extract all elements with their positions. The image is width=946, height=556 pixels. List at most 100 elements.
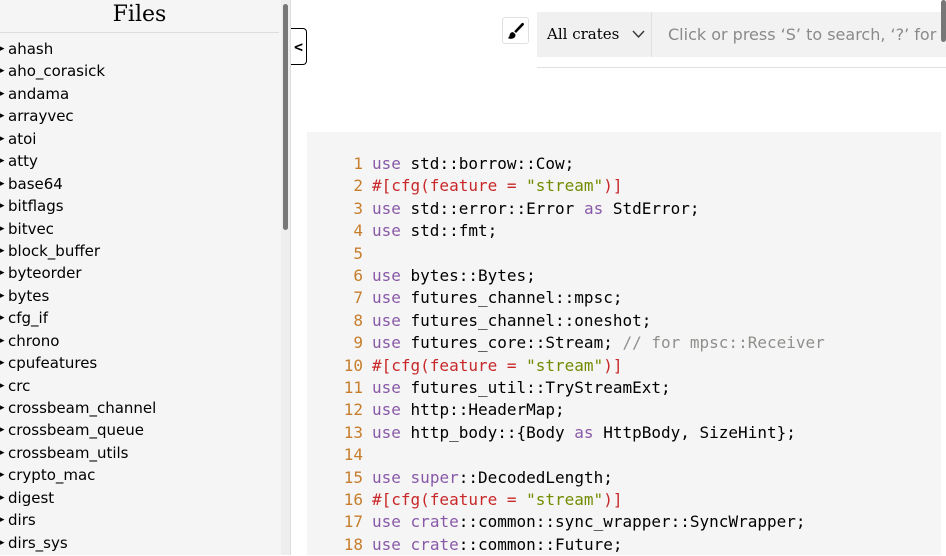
expand-arrow-icon[interactable]: ▸ <box>0 330 5 352</box>
file-tree-item[interactable]: ▸ arrayvec <box>0 105 279 127</box>
file-tree-item[interactable]: ▸ crossbeam_queue <box>0 419 279 441</box>
line-number[interactable]: 2 <box>317 175 363 197</box>
file-tree-item-label[interactable]: aho_corasick <box>8 60 105 82</box>
file-tree-item-label[interactable]: crossbeam_channel <box>8 397 156 419</box>
expand-arrow-icon[interactable]: ▸ <box>0 218 5 240</box>
expand-arrow-icon[interactable]: ▸ <box>0 464 5 486</box>
file-tree-item[interactable]: ▸ atty <box>0 150 279 172</box>
expand-arrow-icon[interactable]: ▸ <box>0 509 5 531</box>
file-tree-item-label[interactable]: cfg_if <box>8 307 48 329</box>
file-tree-item-label[interactable]: base64 <box>8 173 63 195</box>
line-number[interactable]: 7 <box>317 287 363 309</box>
expand-arrow-icon[interactable]: ▸ <box>0 150 5 172</box>
expand-arrow-icon[interactable]: ▸ <box>0 173 5 195</box>
file-tree-item-label[interactable]: chrono <box>8 330 59 352</box>
crate-select[interactable]: All crates <box>537 12 652 57</box>
file-tree-item[interactable]: ▸ crossbeam_channel <box>0 397 279 419</box>
file-tree-item-label[interactable]: bytes <box>8 285 49 307</box>
line-number[interactable]: 1 <box>317 153 363 175</box>
expand-arrow-icon[interactable]: ▸ <box>0 285 5 307</box>
file-tree-item-label[interactable]: crc <box>8 375 30 397</box>
file-tree-item[interactable]: ▸ ahash <box>0 38 279 60</box>
expand-arrow-icon[interactable]: ▸ <box>0 442 5 464</box>
file-tree-item[interactable]: ▸ andama <box>0 83 279 105</box>
sidebar-toggle-button[interactable]: < <box>291 28 307 65</box>
file-tree-item[interactable]: ▸ crypto_mac <box>0 464 279 486</box>
file-tree-item[interactable]: ▸ aho_corasick <box>0 60 279 82</box>
expand-arrow-icon[interactable]: ▸ <box>0 375 5 397</box>
file-tree-item[interactable]: ▸ atoi <box>0 128 279 150</box>
line-number[interactable]: 9 <box>317 332 363 354</box>
file-tree-item-label[interactable]: dirs_sys <box>8 532 68 554</box>
file-tree-item[interactable]: ▸ byteorder <box>0 262 279 284</box>
file-tree-item-label[interactable]: crossbeam_utils <box>8 442 128 464</box>
code-token-kw: use <box>372 310 401 330</box>
file-tree-item-label[interactable]: crossbeam_queue <box>8 419 144 441</box>
file-tree-item[interactable]: ▸ cpufeatures <box>0 352 279 374</box>
file-tree-item-label[interactable]: dirs <box>8 509 36 531</box>
file-tree-item-label[interactable]: block_buffer <box>8 240 100 262</box>
expand-arrow-icon[interactable]: ▸ <box>0 195 5 217</box>
code-token-comment: // for mpsc::Receiver <box>622 333 825 353</box>
expand-arrow-icon[interactable]: ▸ <box>0 83 5 105</box>
expand-arrow-icon[interactable]: ▸ <box>0 60 5 82</box>
file-tree-item[interactable]: ▸ base64 <box>0 173 279 195</box>
line-number[interactable]: 4 <box>317 220 363 242</box>
file-tree-item-label[interactable]: digest <box>8 487 54 509</box>
file-tree-item-label[interactable]: arrayvec <box>8 105 74 127</box>
expand-arrow-icon[interactable]: ▸ <box>0 128 5 150</box>
file-tree-item-label[interactable]: ahash <box>8 38 53 60</box>
file-tree-item-label[interactable]: atoi <box>8 128 36 150</box>
line-number[interactable]: 17 <box>317 511 363 533</box>
expand-arrow-icon[interactable]: ▸ <box>0 419 5 441</box>
line-number[interactable]: 10 <box>317 355 363 377</box>
file-tree-item[interactable]: ▸ chrono <box>0 330 279 352</box>
expand-arrow-icon[interactable]: ▸ <box>0 352 5 374</box>
line-number[interactable]: 11 <box>317 377 363 399</box>
expand-arrow-icon[interactable]: ▸ <box>0 240 5 262</box>
file-tree-item-label[interactable]: bitvec <box>8 218 54 240</box>
line-number[interactable]: 12 <box>317 399 363 421</box>
file-tree-item[interactable]: ▸ bitflags <box>0 195 279 217</box>
file-tree-item[interactable]: ▸ dirs_sys <box>0 532 279 554</box>
file-tree-item-label[interactable]: bitflags <box>8 195 64 217</box>
expand-arrow-icon[interactable]: ▸ <box>0 262 5 284</box>
line-number[interactable]: 15 <box>317 467 363 489</box>
expand-arrow-icon[interactable]: ▸ <box>0 38 5 60</box>
file-tree-item-label[interactable]: andama <box>8 83 69 105</box>
expand-arrow-icon[interactable]: ▸ <box>0 105 5 127</box>
file-tree-item-label[interactable]: cpufeatures <box>8 352 97 374</box>
theme-picker-button[interactable] <box>502 17 529 44</box>
search-input[interactable] <box>652 12 946 57</box>
sidebar-scrollbar-thumb[interactable] <box>283 4 288 230</box>
file-tree-item[interactable]: ▸ crossbeam_utils <box>0 442 279 464</box>
line-number[interactable]: 13 <box>317 422 363 444</box>
page-scrollbar-thumb[interactable] <box>941 0 946 42</box>
line-number[interactable]: 8 <box>317 310 363 332</box>
code-text: use std::fmt; <box>372 220 497 242</box>
line-number[interactable]: 18 <box>317 534 363 556</box>
file-tree-item-label[interactable]: crypto_mac <box>8 464 95 486</box>
crate-select-value: All crates <box>547 25 620 43</box>
file-tree-item[interactable]: ▸ bitvec <box>0 218 279 240</box>
file-tree-item[interactable]: ▸ digest <box>0 487 279 509</box>
file-tree-item[interactable]: ▸ block_buffer <box>0 240 279 262</box>
file-tree-item[interactable]: ▸ dirs <box>0 509 279 531</box>
file-tree-item[interactable]: ▸ cfg_if <box>0 307 279 329</box>
line-number[interactable]: 3 <box>317 198 363 220</box>
file-tree-item[interactable]: ▸ crc <box>0 375 279 397</box>
code-line: 4 use std::fmt; <box>307 220 941 242</box>
code-token-kw: crate <box>410 512 459 532</box>
expand-arrow-icon[interactable]: ▸ <box>0 307 5 329</box>
file-tree-item[interactable]: ▸ bytes <box>0 285 279 307</box>
expand-arrow-icon[interactable]: ▸ <box>0 532 5 554</box>
file-tree-item-label[interactable]: byteorder <box>8 262 82 284</box>
expand-arrow-icon[interactable]: ▸ <box>0 397 5 419</box>
file-tree-item-label[interactable]: atty <box>8 150 38 172</box>
line-number[interactable]: 6 <box>317 265 363 287</box>
line-number[interactable]: 5 <box>317 243 363 265</box>
line-number[interactable]: 16 <box>317 489 363 511</box>
expand-arrow-icon[interactable]: ▸ <box>0 487 5 509</box>
code-token-str: "stream" <box>526 176 604 196</box>
line-number[interactable]: 14 <box>317 444 363 466</box>
